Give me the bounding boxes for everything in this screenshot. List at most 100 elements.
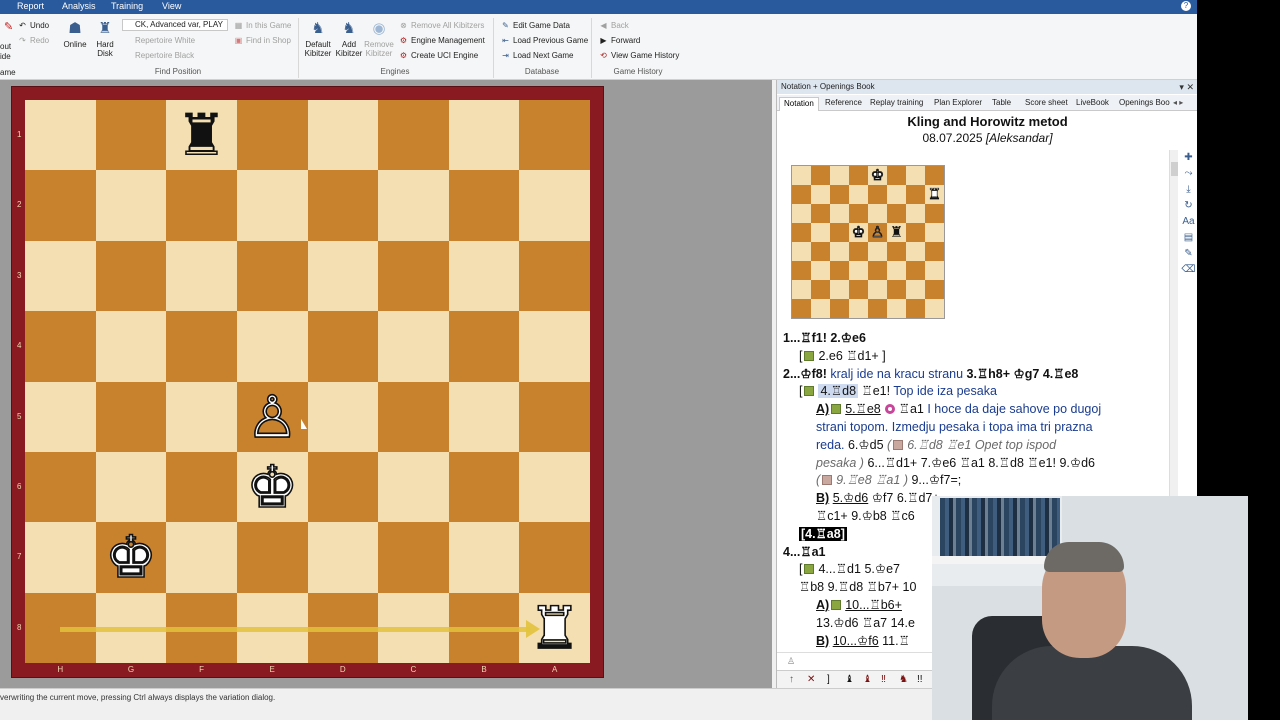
board-square[interactable] [25,240,96,312]
double-excl-icon[interactable]: !! [917,671,923,689]
move[interactable]: ♔f8! [800,367,826,381]
board-square[interactable] [95,100,167,171]
tabs-scroll-icon[interactable]: ◂ ▸ [1173,97,1183,111]
exclamation-icon[interactable]: ‼ [881,671,886,689]
remove-kibitzer-button[interactable]: ◉ Remove Kibitzer [364,20,394,58]
move[interactable]: 4.♖d8 [818,384,859,399]
move[interactable]: 10...♖b6+ [845,598,902,612]
board-square[interactable] [166,311,237,382]
board-square[interactable] [378,100,449,171]
rook-piece-icon[interactable]: ♜ [166,100,237,170]
promote-icon[interactable]: ⤓ [1180,182,1197,198]
move[interactable]: ♖f1! [800,331,826,345]
move[interactable]: ♖a7 [862,616,887,630]
board-square[interactable] [307,451,379,523]
help-icon[interactable]: ? [1181,1,1191,11]
move[interactable]: 6.♔d5 [848,438,884,452]
tab-openings-book[interactable]: Openings Boo [1119,97,1170,111]
board-square[interactable] [25,451,96,523]
move[interactable]: ♖e1! [1027,456,1056,470]
good-move-icon[interactable]: ↑ [789,671,794,689]
move[interactable]: 5.♔e7 [864,562,900,576]
engine-select[interactable]: CK, Advanced var, PLAY [122,19,228,31]
board-square[interactable] [519,522,590,593]
move[interactable]: 7.♔e6 [921,456,957,470]
board-square[interactable] [448,381,520,452]
repertoire-white-button[interactable]: Repertoire White [122,36,195,46]
board-square[interactable] [236,240,308,312]
move[interactable]: 4.♖e8 [1043,367,1079,381]
board-square[interactable] [25,311,96,382]
move[interactable]: 6...♖d1+ [867,456,917,470]
chess-board[interactable]: ♜ ♙ ♚ ♚ ♜ [25,100,590,663]
board-square[interactable] [307,100,379,171]
board-square[interactable] [95,311,167,382]
tab-notation[interactable]: Notation [779,97,819,111]
load-previous-game-button[interactable]: ⇤ Load Previous Game [500,36,588,46]
board-square[interactable] [378,381,449,452]
move[interactable]: 2.e6 [818,349,842,363]
tab-livebook[interactable]: LiveBook [1076,97,1109,111]
board-square[interactable] [307,240,379,312]
board-square[interactable] [519,240,590,312]
move[interactable]: 4...♖a1 [783,544,825,562]
board-square[interactable] [448,311,520,382]
move[interactable]: ♖a1 [899,402,924,416]
board-square[interactable] [519,451,590,523]
menu-report[interactable]: Report [17,1,44,11]
create-uci-engine-button[interactable]: ⚙ Create UCI Engine [398,51,478,61]
move[interactable]: 5.♖e8 [845,402,881,416]
move[interactable]: ♖d1+ [846,349,878,363]
board-square[interactable] [307,170,379,241]
tab-plan-explorer[interactable]: Plan Explorer [934,97,982,111]
move[interactable]: 10 [903,580,917,594]
bracket-icon[interactable]: ] [827,671,830,689]
panel-dropdown-icon[interactable]: ▾ [1179,82,1184,92]
move[interactable]: ♔f7 [872,491,894,505]
board-square[interactable] [307,381,379,452]
board-square[interactable] [378,311,449,382]
find-in-shop-button[interactable]: ▣ Find in Shop [233,36,291,46]
king-piece-icon[interactable]: ♚ [237,452,308,522]
notation-scrollbar[interactable] [1169,150,1178,498]
move[interactable]: ♖c6 [890,509,914,523]
move[interactable]: 9.♔b8 [851,509,887,523]
board-square[interactable] [95,381,167,452]
board-square[interactable] [25,100,96,171]
move[interactable]: ♖b8 [799,580,824,594]
current-move[interactable]: [4.♖a8] [799,526,847,541]
panel-close-icon[interactable]: ✕ [1186,82,1194,92]
board-square[interactable] [236,170,308,241]
move[interactable]: ♔e6 [841,331,866,345]
move[interactable]: ♖e1! [862,384,891,398]
board-square[interactable] [166,522,237,593]
view-game-history-button[interactable]: ⟲ View Game History [598,51,679,61]
back-button[interactable]: ◀ Back [598,21,628,31]
board-square[interactable] [378,170,449,241]
piece-red-icon[interactable]: ♝ [863,671,872,689]
undo-button[interactable]: ↶ Undo [17,21,49,31]
pieces-icon[interactable]: ♞ [899,671,908,689]
pawn-piece-icon[interactable]: ♙ [237,382,308,452]
move[interactable]: ♖a1 [875,473,900,487]
board-square[interactable] [95,170,167,241]
board-square[interactable] [307,311,379,382]
remove-all-kibitzers-button[interactable]: ⊗ Remove All Kibitzers [398,21,484,31]
board-square[interactable] [307,522,379,593]
move[interactable]: ♔g7 [1014,367,1040,381]
edit-game-data-button[interactable]: ✎ Edit Game Data [500,21,570,31]
tab-score-sheet[interactable]: Score sheet [1025,97,1068,111]
board-square[interactable] [519,170,590,241]
board-square[interactable] [236,100,308,171]
tab-reference[interactable]: Reference [825,97,862,111]
move[interactable]: 3.♖h8+ [967,367,1011,381]
board-square[interactable] [236,311,308,382]
board-square[interactable] [378,451,449,523]
pen-tool-icon[interactable]: ✎ [1180,246,1197,262]
move[interactable]: 6.♖d8 [907,438,943,452]
board-square[interactable] [166,381,237,452]
menu-analysis[interactable]: Analysis [62,1,96,11]
rotate-icon[interactable]: ↻ [1180,198,1197,214]
board-square[interactable] [519,311,590,382]
move[interactable]: 14.e [891,616,915,630]
